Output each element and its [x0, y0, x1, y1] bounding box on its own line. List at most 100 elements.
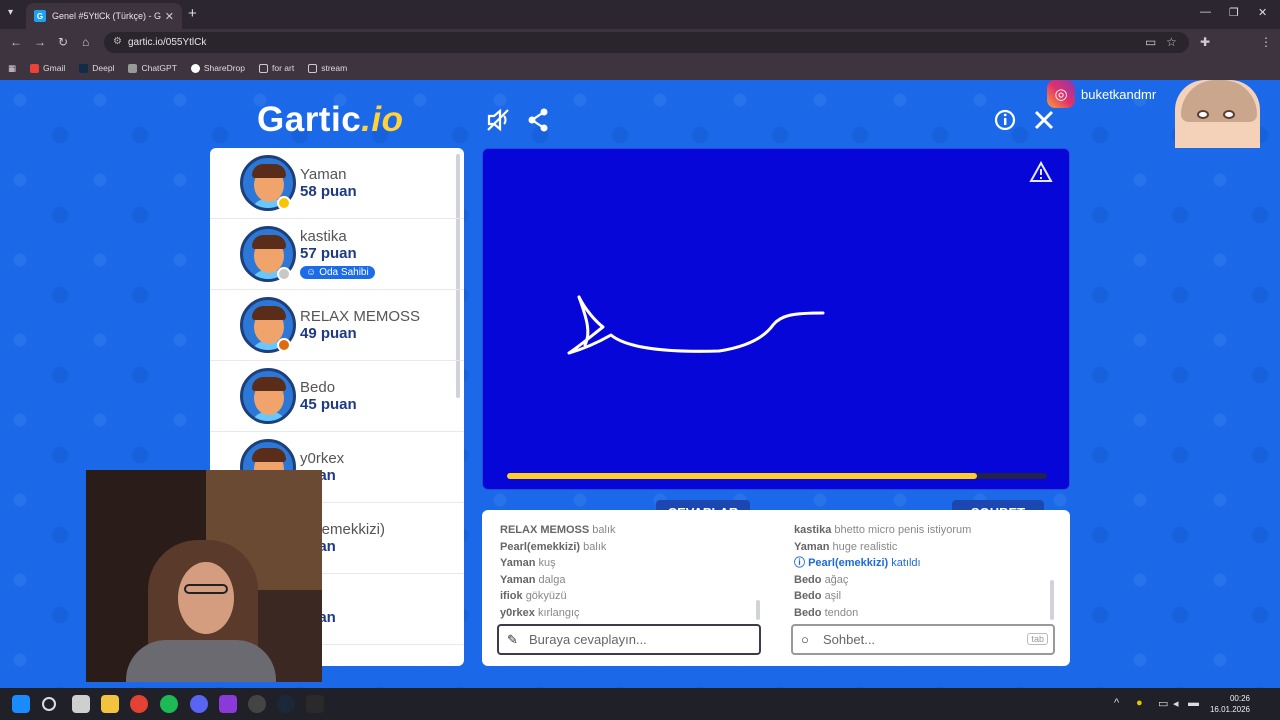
close-tab-icon[interactable]: ✕ — [165, 10, 174, 23]
answer-user: Yaman — [500, 573, 536, 586]
bookmarks-bar: ▦ Gmail Deepl ChatGPT ShareDrop for art … — [0, 56, 1280, 80]
player-row[interactable]: RELAX MEMOSS 49 puan — [210, 290, 464, 361]
chat-user: Yaman — [794, 540, 830, 553]
pencil-icon: ✎ — [507, 632, 518, 647]
answer-message: y0rkex kırlangıç — [500, 605, 762, 622]
chat-text: tendon — [824, 606, 859, 619]
answers-list: RELAX MEMOSS balık Pearl(emekkizi) balık Y… — [500, 522, 762, 622]
address-bar: ← → ↻ ⌂ ⚙ gartic.io/055YtlCk ▭ ☆ ✚ ⋮ — [0, 29, 1280, 56]
bookmark-folder-stream[interactable]: stream — [308, 63, 347, 73]
deepl-icon — [79, 63, 89, 73]
close-window-icon[interactable]: ✕ — [1258, 6, 1267, 19]
exit-game-icon[interactable] — [1033, 109, 1055, 137]
sharedrop-icon — [190, 63, 200, 73]
answer-text: kuş — [538, 557, 556, 570]
answer-user: Pearl(emekkizi) — [500, 540, 581, 553]
chat-placeholder: Sohbet... — [823, 632, 876, 647]
new-tab-icon[interactable]: + — [188, 5, 197, 22]
bookmark-sharedrop[interactable]: ShareDrop — [190, 63, 245, 73]
tray-overflow-icon[interactable]: ^ — [1114, 697, 1119, 709]
discord-icon[interactable] — [190, 695, 208, 713]
browser-tab[interactable]: G Genel #5YtlCk (Türkçe) - Gartic ✕ — [26, 3, 182, 29]
chat-text: huge realistic — [832, 540, 898, 553]
forward-icon[interactable]: → — [34, 35, 46, 49]
chat-message: Bedo aşil — [794, 588, 1054, 605]
drawing-strokes — [567, 295, 825, 355]
player-status-dot — [277, 338, 291, 352]
chat-user: kastika — [794, 524, 832, 536]
epic-games-icon[interactable] — [306, 695, 324, 713]
app-icon[interactable] — [219, 695, 237, 713]
tab-list-icon[interactable]: ▾ — [8, 7, 13, 18]
volume-icon[interactable]: ◂ — [1173, 697, 1179, 710]
spotify-icon[interactable] — [160, 695, 178, 713]
obs-icon[interactable] — [248, 695, 266, 713]
chat-scrollbar[interactable] — [1050, 580, 1054, 620]
round-timer-fill — [507, 473, 977, 479]
player-avatar — [240, 368, 296, 424]
url-field[interactable]: ⚙ gartic.io/055YtlCk — [104, 32, 1189, 53]
player-name: y0rkex — [300, 450, 345, 467]
task-view-icon[interactable] — [72, 695, 90, 713]
answer-user: RELAX MEMOSS — [500, 524, 590, 536]
site-info-icon[interactable]: ⚙ — [113, 36, 122, 47]
chat-user: Bedo — [794, 573, 822, 586]
answer-message: ifiok gökyüzü — [500, 588, 762, 605]
drawing-canvas[interactable] — [482, 148, 1070, 490]
player-row[interactable]: Yaman 58 puan — [210, 148, 464, 219]
player-name: Bedo — [300, 379, 336, 396]
player-points: 58 puan — [300, 183, 357, 200]
file-explorer-icon[interactable] — [101, 695, 119, 713]
bookmark-deepl[interactable]: Deepl — [79, 63, 114, 73]
chat-input[interactable]: ○ Sohbet... tab — [791, 624, 1055, 655]
url-text: gartic.io/055YtlCk — [128, 37, 207, 48]
cast-icon[interactable]: ▭ — [1145, 35, 1156, 49]
browser-tabbar: ▾ G Genel #5YtlCk (Türkçe) - Gartic ✕ + … — [0, 0, 1280, 29]
answers-scrollbar[interactable] — [756, 600, 760, 620]
player-row[interactable]: Bedo 45 puan — [210, 361, 464, 432]
chat-message: Bedo ağaç — [794, 572, 1054, 589]
minimize-icon[interactable]: — — [1200, 6, 1211, 18]
reload-icon[interactable]: ↻ — [58, 35, 68, 49]
battery-icon[interactable]: ▬ — [1188, 697, 1199, 709]
gmail-icon — [30, 63, 40, 73]
search-icon[interactable] — [42, 697, 56, 711]
chat-text: ağaç — [824, 573, 849, 586]
microphone-icon[interactable]: ● — [1136, 697, 1143, 709]
home-icon[interactable]: ⌂ — [82, 35, 89, 49]
room-owner-badge: ☺ Oda Sahibi — [300, 266, 375, 279]
bookmark-gmail[interactable]: Gmail — [30, 63, 65, 73]
share-icon[interactable] — [527, 108, 549, 138]
answer-message: Yaman kuş — [500, 555, 762, 572]
clock[interactable]: 00:26 16.01.2026 — [1210, 693, 1250, 715]
back-icon[interactable]: ← — [10, 35, 22, 49]
bookmark-chatgpt[interactable]: ChatGPT — [128, 63, 177, 73]
answer-message: RELAX MEMOSS balık — [500, 522, 762, 539]
bookmark-folder-for-art[interactable]: for art — [259, 63, 294, 73]
menu-icon[interactable]: ⋮ — [1260, 35, 1272, 49]
chrome-icon[interactable] — [130, 695, 148, 713]
restore-icon[interactable]: ❐ — [1229, 6, 1239, 19]
answer-text: balık — [592, 524, 616, 536]
gartic-logo: Gartic.io — [257, 100, 404, 139]
windows-start-icon[interactable] — [12, 695, 30, 713]
player-row[interactable]: kastika 57 puan ☺ Oda Sahibi — [210, 219, 464, 290]
chat-user: Bedo — [794, 606, 822, 619]
info-icon[interactable] — [994, 109, 1016, 137]
sound-muted-icon[interactable] — [486, 108, 512, 138]
answer-message: Pearl(emekkizi) balık — [500, 539, 762, 556]
player-status-dot — [277, 196, 291, 210]
apps-icon[interactable]: ▦ — [8, 63, 16, 74]
folder-icon — [259, 63, 268, 73]
bookmark-star-icon[interactable]: ☆ — [1166, 35, 1177, 49]
answer-input[interactable]: ✎ Buraya cevaplayın... — [497, 624, 761, 655]
chat-list: kastika bhetto micro penis istiyorum Yama… — [794, 522, 1054, 622]
answer-text: balık — [583, 540, 607, 553]
steam-icon[interactable] — [277, 695, 295, 713]
answer-text: gökyüzü — [525, 590, 567, 603]
network-icon[interactable]: ▭ — [1158, 697, 1168, 710]
tab-key-hint: tab — [1027, 633, 1048, 645]
chat-system-message: ⓘ Pearl(emekkizi) katıldı — [794, 555, 1054, 572]
chat-message: Yaman huge realistic — [794, 539, 1054, 556]
extensions-icon[interactable]: ✚ — [1200, 35, 1210, 49]
